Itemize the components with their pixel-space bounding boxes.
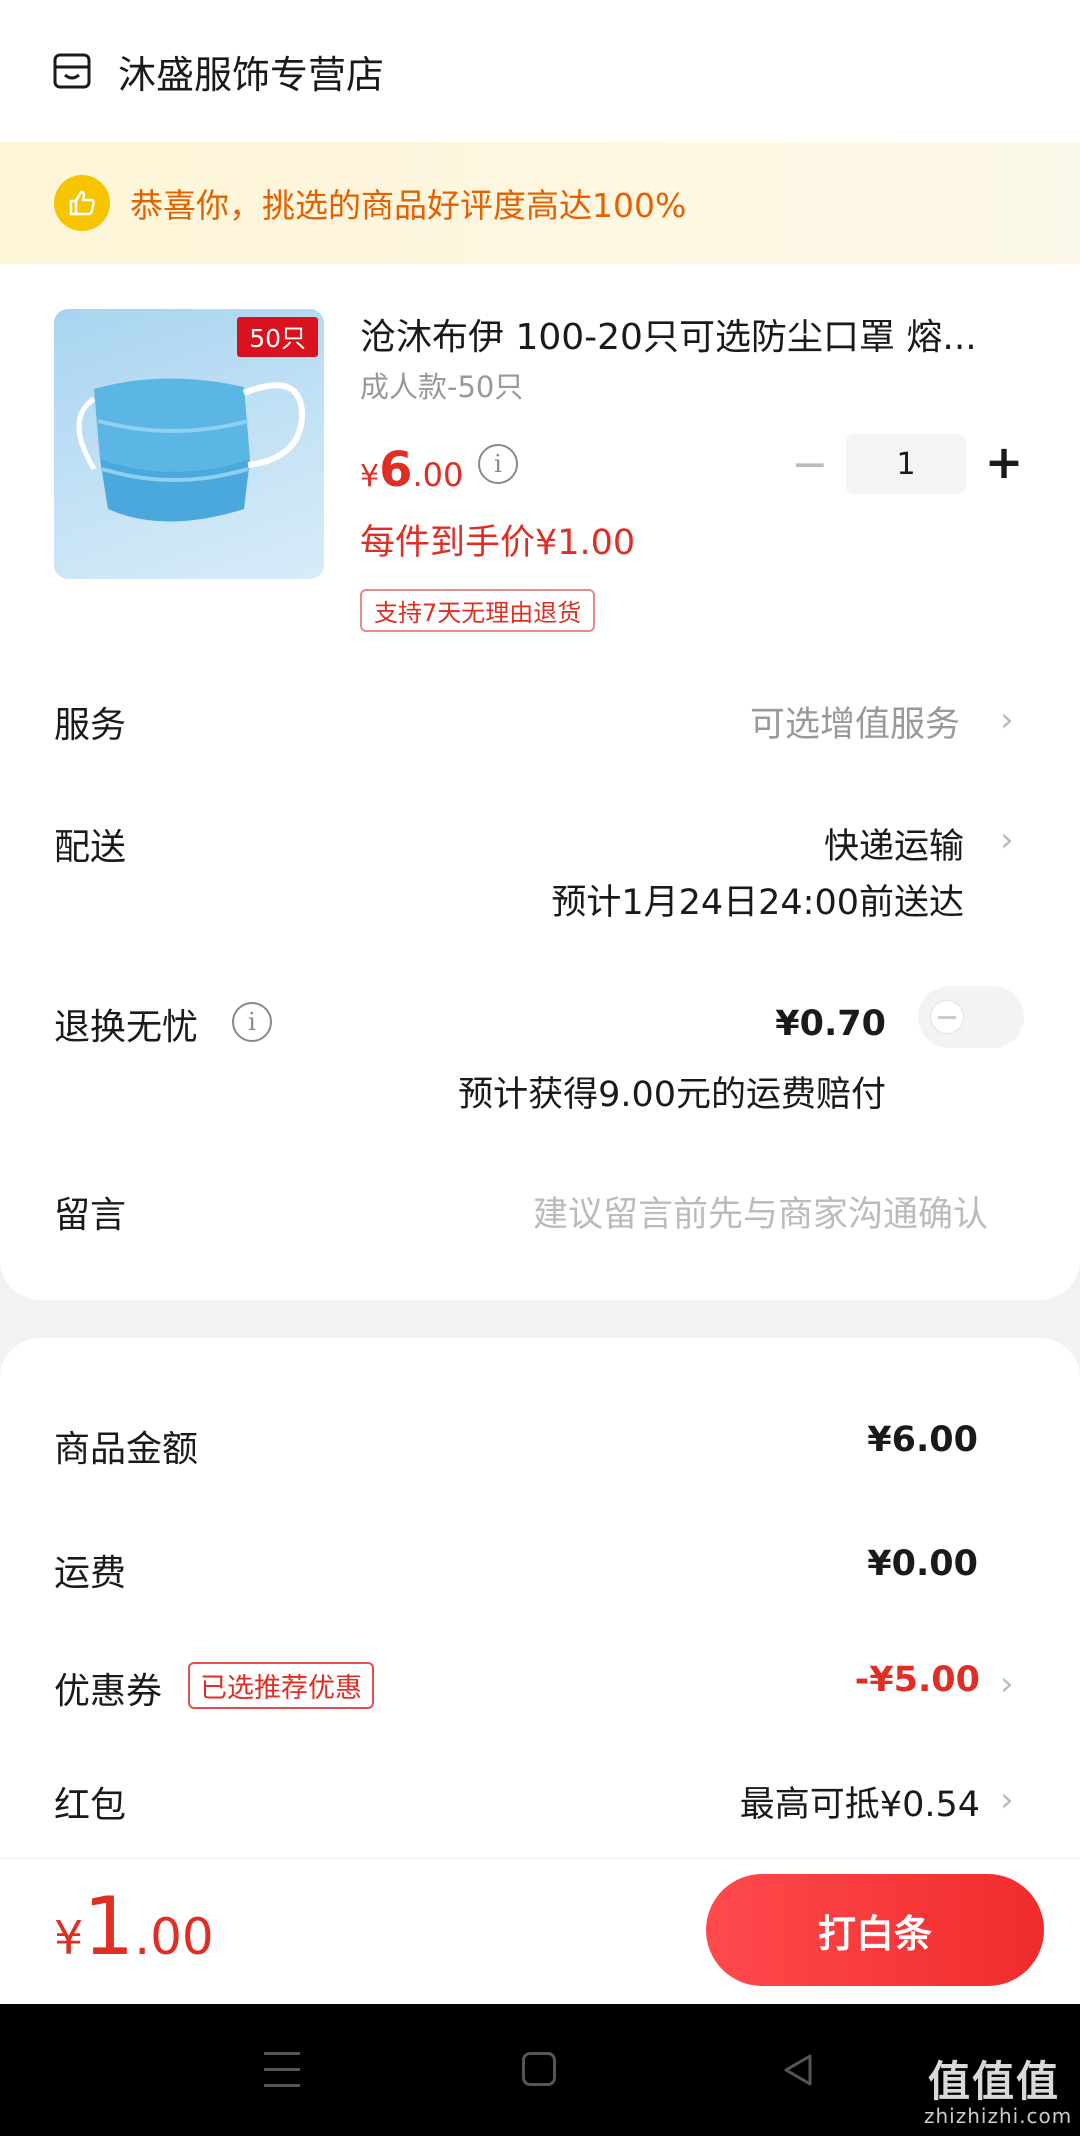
total-integer: 1 bbox=[83, 1880, 135, 1973]
total-currency: ¥ bbox=[54, 1911, 84, 1965]
price-info-icon[interactable]: i bbox=[478, 444, 518, 484]
quantity-input[interactable]: 1 bbox=[846, 434, 966, 494]
product-price: ¥6.00 bbox=[360, 442, 463, 498]
total-price: ¥1.00 bbox=[54, 1880, 214, 1973]
delivery-eta: 预计1月24日24:00前送达 bbox=[551, 883, 964, 923]
product-title[interactable]: 沧沐布伊 100-20只可选防尘口罩 熔... bbox=[360, 308, 1000, 360]
service-label: 服务 bbox=[54, 705, 127, 746]
home-icon[interactable] bbox=[522, 2052, 556, 2086]
delivery-chevron-icon[interactable]: › bbox=[1000, 820, 1014, 860]
coupon-chevron-icon[interactable]: › bbox=[1000, 1664, 1014, 1704]
watermark-url: zhizhizhi.com bbox=[924, 2104, 1073, 2128]
pay-button[interactable]: 打白条 bbox=[706, 1874, 1044, 1986]
recent-apps-icon[interactable] bbox=[264, 2052, 300, 2088]
message-label: 留言 bbox=[54, 1195, 127, 1236]
redpacket-label: 红包 bbox=[54, 1785, 127, 1826]
redpacket-value[interactable]: 最高可抵¥0.54 bbox=[740, 1776, 980, 1827]
shipping-label: 运费 bbox=[54, 1553, 127, 1594]
coupon-value[interactable]: -¥5.00 bbox=[855, 1660, 980, 1700]
goods-amount-label: 商品金额 bbox=[54, 1429, 199, 1470]
store-icon bbox=[53, 53, 91, 89]
product-spec[interactable]: 成人款-50只 bbox=[360, 364, 523, 406]
back-icon[interactable] bbox=[778, 2050, 818, 2090]
redpacket-chevron-icon[interactable]: › bbox=[1000, 1780, 1014, 1820]
rating-banner: 恭喜你，挑选的商品好评度高达100% bbox=[0, 142, 1080, 264]
message-input[interactable]: 建议留言前先与商家沟通确认 bbox=[533, 1186, 988, 1237]
service-value[interactable]: 可选增值服务 bbox=[750, 696, 960, 747]
product-image[interactable]: 50只 bbox=[54, 309, 324, 579]
price-decimal: .00 bbox=[412, 456, 464, 494]
price-currency: ¥ bbox=[360, 459, 380, 494]
quantity-plus-button[interactable]: + bbox=[984, 432, 1024, 492]
store-header[interactable]: 沐盛服饰专营店 bbox=[0, 0, 1080, 142]
coupon-tag: 已选推荐优惠 bbox=[188, 1662, 374, 1709]
return-insurance-note: 预计获得9.00元的运费赔付 bbox=[458, 1075, 886, 1115]
return-insurance-price: ¥0.70 bbox=[775, 1004, 886, 1044]
coupon-label: 优惠券 bbox=[54, 1671, 163, 1712]
watermark-logo: 值值值 bbox=[928, 2057, 1061, 2106]
price-integer: 6 bbox=[379, 442, 413, 498]
return-insurance-info-icon[interactable]: i bbox=[232, 1002, 272, 1042]
quantity-minus-button[interactable]: − bbox=[790, 434, 830, 494]
return-insurance-toggle[interactable] bbox=[918, 986, 1024, 1048]
return-policy-tag: 支持7天无理由退货 bbox=[360, 589, 596, 632]
image-badge: 50只 bbox=[237, 317, 318, 357]
delivery-label: 配送 bbox=[54, 827, 127, 868]
store-name: 沐盛服饰专营店 bbox=[118, 52, 385, 97]
total-decimal: .00 bbox=[134, 1908, 214, 1966]
toggle-knob bbox=[930, 1000, 964, 1034]
service-chevron-icon[interactable]: › bbox=[1000, 700, 1014, 740]
thumbs-up-icon bbox=[54, 175, 110, 231]
each-price: 每件到手价¥1.00 bbox=[360, 523, 636, 563]
order-card: 50只 沧沐布伊 100-20只可选防尘口罩 熔... 成人款-50只 ¥6.0… bbox=[0, 264, 1080, 1300]
return-insurance-label: 退换无忧 bbox=[54, 1007, 199, 1048]
goods-amount-value: ¥6.00 bbox=[867, 1420, 978, 1460]
shipping-value: ¥0.00 bbox=[867, 1544, 978, 1584]
banner-text: 恭喜你，挑选的商品好评度高达100% bbox=[130, 186, 687, 225]
delivery-value[interactable]: 快递运输 bbox=[824, 818, 964, 869]
